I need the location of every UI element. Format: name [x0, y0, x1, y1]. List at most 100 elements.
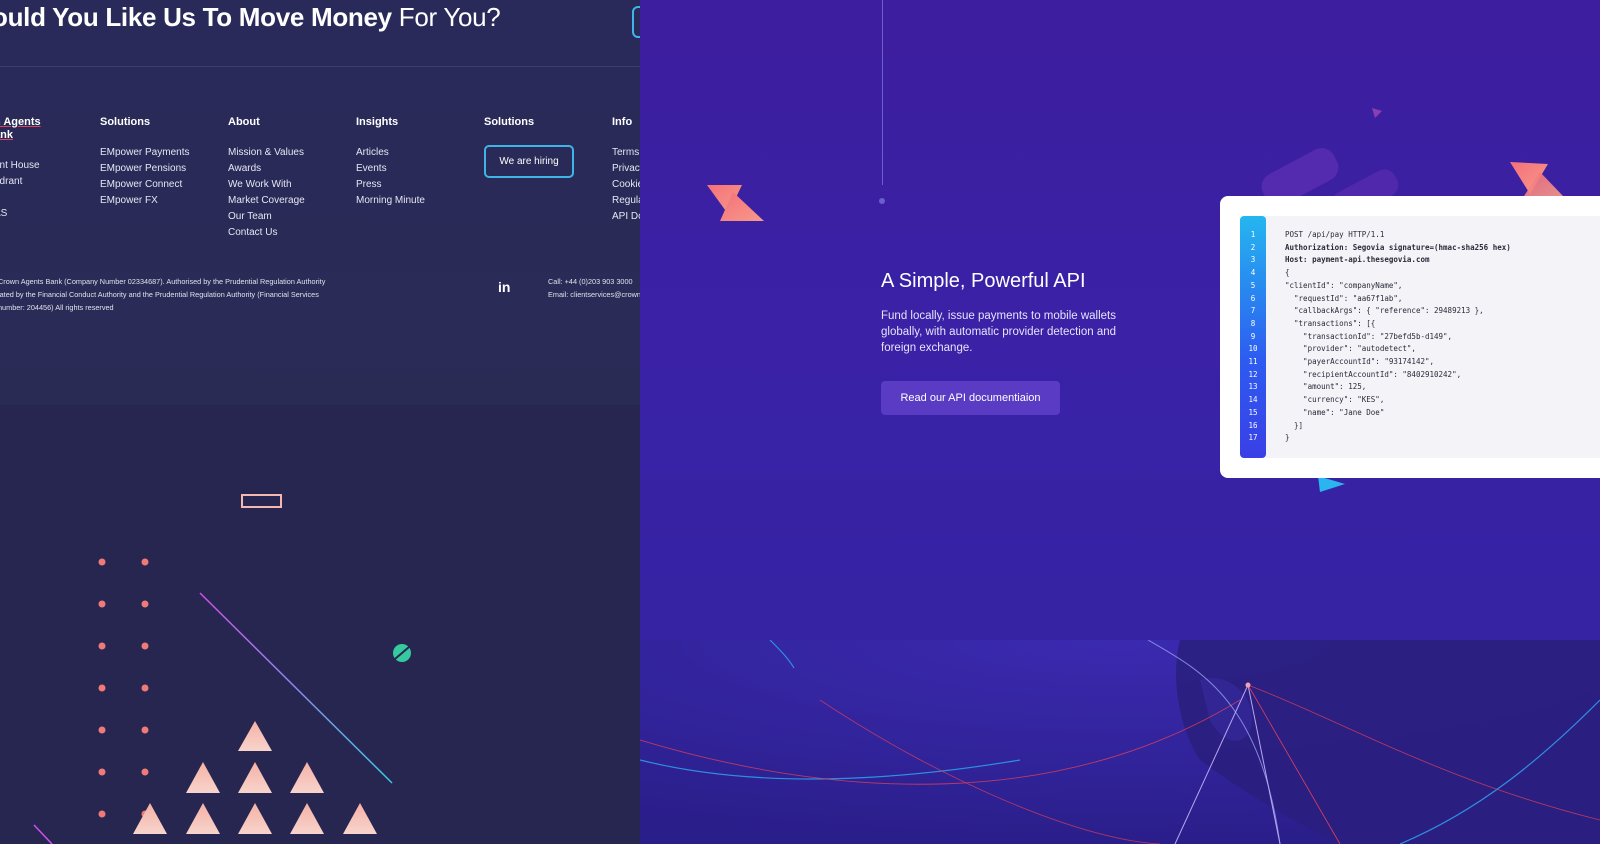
api-description: Fund locally, issue payments to mobile w…	[881, 310, 1117, 354]
code-line: "provider": "autodetect",	[1285, 344, 1416, 354]
footer-link-mission[interactable]: Mission & Values	[228, 145, 305, 161]
footer-link-contact-us[interactable]: Contact Us	[228, 225, 305, 241]
footer-link[interactable]: adrant	[0, 174, 41, 190]
footer-link[interactable]: ant House	[0, 158, 41, 174]
world-map-graphic	[640, 640, 1600, 844]
line-number: 2	[1250, 242, 1256, 252]
footer-column-solutions: Solutions EMpower Payments EMpower Pensi…	[100, 116, 189, 209]
contact-info: Call: +44 (0)203 903 3000 Email: clients…	[548, 275, 640, 301]
we-are-hiring-button[interactable]: We are hiring	[484, 145, 574, 178]
footer-column-careers: Solutions We are hiring	[484, 116, 574, 178]
api-section: A Simple, Powerful API Fund locally, iss…	[640, 0, 1600, 844]
footer-link-terms[interactable]: Terms	[612, 145, 640, 161]
code-line: Authorization: Segovia signature=(hmac-s…	[1285, 242, 1511, 252]
dot-grid	[98, 558, 149, 818]
code-line: }]	[1285, 420, 1304, 430]
line-number: 6	[1250, 293, 1256, 303]
footer-column-title: Info	[612, 116, 633, 128]
footer-column-info: Info Terms Privacy Cookie Regula API Do	[612, 116, 640, 225]
code-line: "clientId": "companyName",	[1285, 280, 1403, 290]
footer-link-awards[interactable]: Awards	[228, 161, 305, 177]
code-line: "amount": 125,	[1285, 382, 1367, 392]
blue-triangle-shape	[1318, 476, 1345, 492]
code-line: POST /api/pay HTTP/1.1	[1285, 230, 1385, 239]
cta-headline: ould You Like Us To Move Money For You?	[0, 2, 501, 33]
outline-rectangle-shape	[241, 494, 282, 508]
footer-link[interactable]: AS	[0, 206, 41, 222]
vertical-divider	[882, 0, 883, 185]
line-number: 16	[1248, 420, 1258, 430]
code-line: "payerAccountId": "93174142",	[1285, 357, 1435, 367]
legal-line: number: 204456) All rights reserved	[0, 303, 114, 312]
footer-link-press[interactable]: Press	[356, 177, 425, 193]
footer-link-privacy[interactable]: Privacy	[612, 161, 640, 177]
code-line: {	[1285, 268, 1290, 278]
footer-column-about: About Mission & Values Awards We Work Wi…	[228, 116, 305, 241]
line-number: 17	[1248, 433, 1258, 443]
small-triangle-shape	[1372, 108, 1382, 118]
line-number: 12	[1248, 369, 1258, 379]
legal-notice: Crown Agents Bank (Company Number 023346…	[0, 275, 338, 314]
line-number: 15	[1248, 407, 1258, 417]
code-text: POST /api/pay HTTP/1.1 Authorization: Seg…	[1285, 229, 1511, 445]
coral-triangle-shape	[707, 185, 742, 214]
triangle-cluster	[133, 721, 377, 834]
line-number: 14	[1248, 395, 1258, 405]
line-number: 3	[1250, 255, 1256, 265]
code-sample-card: 1 2 3 4 5 6 7 8 9 10 11 12 13 14 15 16 17 POST /api/pay …	[1220, 196, 1600, 478]
footer-link-empower-connect[interactable]: EMpower Connect	[100, 177, 189, 193]
cta-headline-light: For You?	[398, 2, 501, 32]
footer-link-events[interactable]: Events	[356, 161, 425, 177]
footer-link-api-docs[interactable]: API Do	[612, 209, 640, 225]
legal-line: lated by the Financial Conduct Authority…	[0, 290, 319, 299]
code-line: Host: payment-api.thesegovia.com	[1285, 255, 1430, 265]
footer-column-title: Solutions	[100, 116, 151, 128]
code-line: "transactionId": "27befd5b-d149",	[1285, 331, 1453, 341]
footer-divider	[0, 66, 640, 67]
legal-line: Crown Agents Bank (Company Number 023346…	[0, 277, 326, 286]
diagonal-line	[199, 592, 393, 784]
footer-column-title: Insights	[356, 116, 399, 128]
code-line: "transactions": [{	[1285, 318, 1376, 328]
footer-link[interactable]	[0, 190, 41, 206]
coral-triangle-shape	[1524, 172, 1563, 196]
footer-link-articles[interactable]: Articles	[356, 145, 425, 161]
line-number: 5	[1250, 280, 1256, 290]
coral-triangle-shape	[720, 192, 764, 221]
api-docs-button[interactable]: Read our API documentiaion	[881, 381, 1060, 415]
code-line: "currency": "KES",	[1285, 395, 1385, 405]
line-number: 4	[1250, 268, 1256, 278]
cta-button-edge[interactable]	[632, 6, 640, 38]
footer-column-crown-agents: n Agents ank ant House adrant AS	[0, 116, 41, 222]
contact-email[interactable]: Email: clientservices@crown	[548, 288, 640, 301]
line-number: 8	[1250, 318, 1256, 328]
decorative-shapes	[33, 494, 411, 844]
divider-dot	[879, 198, 885, 204]
footer-column-title: Solutions	[484, 116, 535, 128]
footer-top	[0, 0, 640, 405]
code-block: 1 2 3 4 5 6 7 8 9 10 11 12 13 14 15 16 17 POST /api/pay …	[1240, 216, 1600, 458]
footer-link-we-work-with[interactable]: We Work With	[228, 177, 305, 193]
code-line: "callbackArgs": { "reference": 29489213 …	[1285, 306, 1484, 316]
footer-link-empower-fx[interactable]: EMpower FX	[100, 193, 189, 209]
footer-column-title: About	[228, 116, 260, 128]
footer-link-empower-pensions[interactable]: EMpower Pensions	[100, 161, 189, 177]
code-line: "requestId": "aa67f1ab",	[1285, 293, 1403, 303]
line-number: 10	[1248, 344, 1258, 354]
footer-column-title[interactable]: n Agents ank	[0, 116, 41, 142]
footer-link-market-coverage[interactable]: Market Coverage	[228, 193, 305, 209]
contact-phone[interactable]: Call: +44 (0)203 903 3000	[548, 275, 640, 288]
footer-column-insights: Insights Articles Events Press Morning M…	[356, 116, 425, 209]
footer-link-regulatory[interactable]: Regula	[612, 193, 640, 209]
footer-link-cookie[interactable]: Cookie	[612, 177, 640, 193]
line-number: 7	[1250, 306, 1256, 316]
line-number: 1	[1250, 230, 1256, 239]
linkedin-icon[interactable]: in	[498, 279, 510, 295]
footer-link-empower-payments[interactable]: EMpower Payments	[100, 145, 189, 161]
footer-link-our-team[interactable]: Our Team	[228, 209, 305, 225]
footer-link-morning-minute[interactable]: Morning Minute	[356, 193, 425, 209]
coral-triangle-shape	[1510, 162, 1548, 194]
footer-panel: ould You Like Us To Move Money For You? …	[0, 0, 640, 844]
line-number-gutter: 1 2 3 4 5 6 7 8 9 10 11 12 13 14 15 16 17	[1240, 216, 1266, 458]
line-number: 9	[1250, 331, 1256, 341]
